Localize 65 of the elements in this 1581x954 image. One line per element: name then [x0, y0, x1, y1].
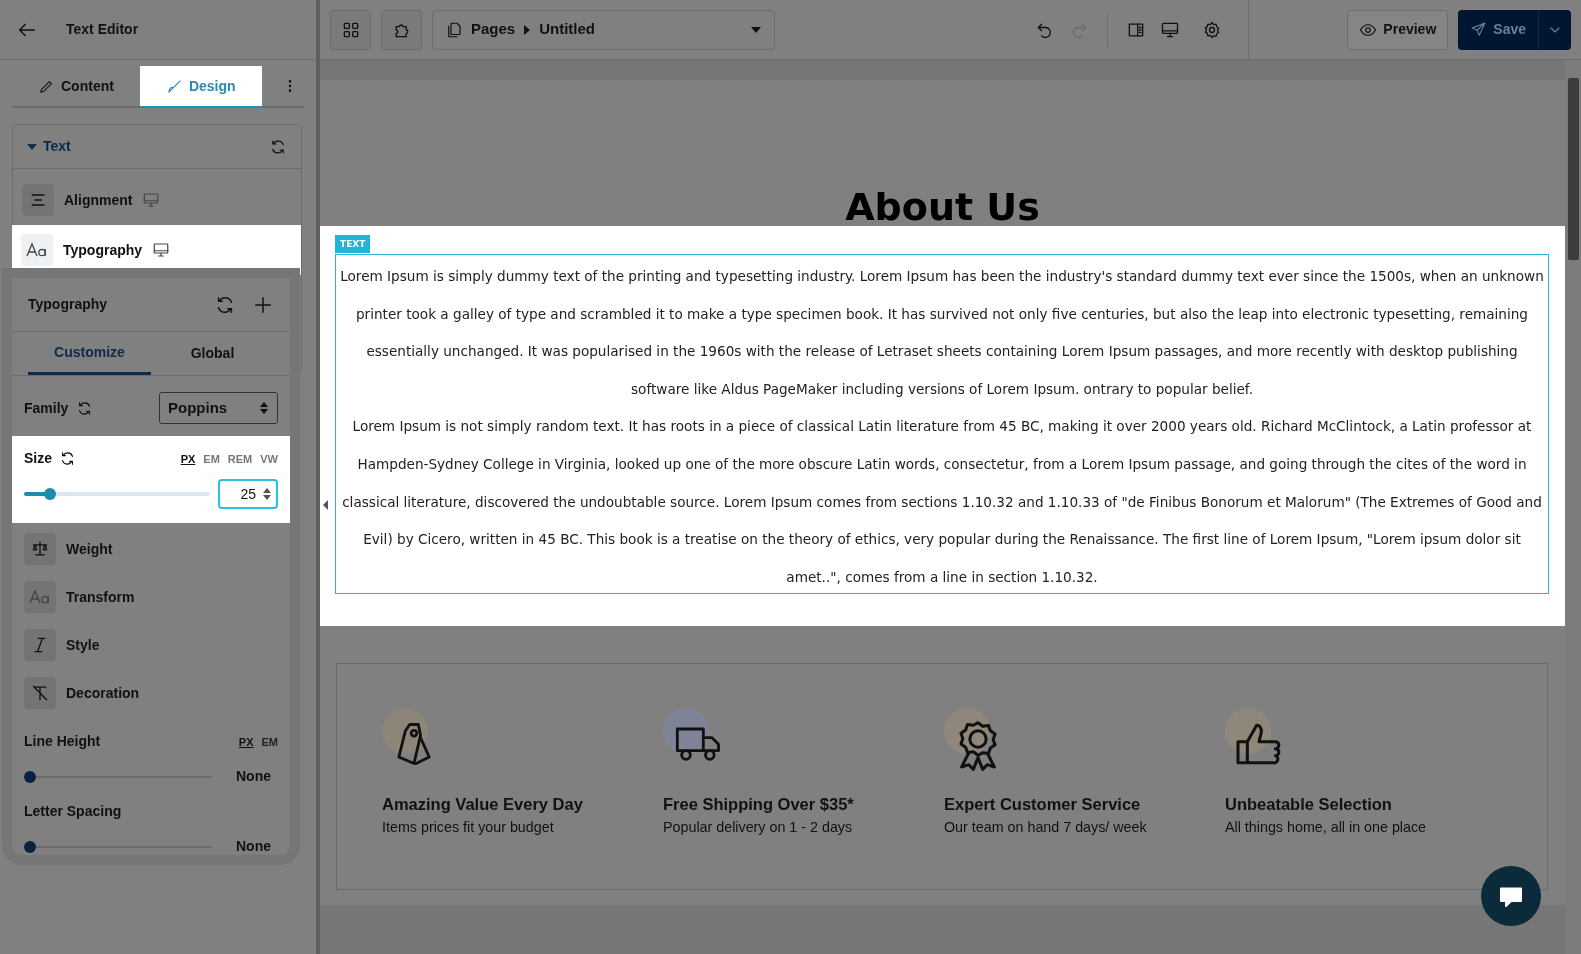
unit-option[interactable]: PX — [238, 736, 254, 748]
element-label: TEXT — [335, 235, 371, 253]
unit-option[interactable]: VW — [260, 453, 278, 465]
preview-button[interactable]: Preview — [1347, 9, 1449, 50]
breadcrumb-item[interactable]: Pages — [471, 18, 516, 41]
page-selector[interactable]: Pages Untitled — [432, 9, 775, 50]
select-arrows-icon[interactable] — [259, 401, 269, 415]
popover-tab[interactable]: Customize — [28, 332, 151, 375]
panel-tab[interactable]: Design — [139, 66, 262, 108]
option-label[interactable]: Style — [66, 634, 100, 656]
unit-option[interactable]: PX — [180, 453, 196, 465]
spinner-icon[interactable] — [262, 486, 272, 502]
unit-option[interactable]: REM — [227, 453, 253, 465]
page-heading: About Us — [844, 184, 1041, 226]
range-slider[interactable] — [24, 839, 212, 854]
settings-row[interactable]: Typography — [12, 225, 301, 275]
field-label: Size — [24, 449, 52, 468]
scrollbar[interactable] — [1565, 60, 1581, 954]
feature-title: Expert Customer Service — [944, 794, 1142, 815]
save-button[interactable]: Save — [1458, 9, 1538, 50]
refresh-icon[interactable] — [59, 450, 76, 467]
caret-icon[interactable] — [27, 141, 37, 152]
text-case-icon — [29, 589, 51, 605]
unit-option[interactable]: EM — [203, 453, 220, 465]
brush-icon — [165, 77, 183, 95]
field-label: Line Height — [24, 732, 101, 751]
section-title[interactable]: Text — [43, 136, 71, 157]
unit-option[interactable]: EM — [261, 736, 278, 748]
font-family-select[interactable]: Poppins — [159, 392, 278, 424]
range-slider[interactable] — [24, 769, 212, 784]
scale-icon — [30, 539, 50, 559]
size-input[interactable]: 25 — [218, 479, 278, 509]
toolbar-button[interactable] — [381, 9, 422, 50]
text-case-icon — [26, 242, 48, 258]
breadcrumb-item[interactable]: Untitled — [539, 18, 596, 41]
feature-subtitle: Our team on hand 7 days/ week — [944, 817, 1148, 837]
feature-title: Free Shipping Over $35* — [663, 794, 855, 815]
feature-title: Unbeatable Selection — [1225, 794, 1393, 815]
option-label[interactable]: Decoration — [66, 682, 140, 704]
dropdown-caret-icon[interactable] — [750, 25, 762, 34]
feature-subtitle: All things home, all in one place — [1225, 817, 1428, 837]
settings-row[interactable]: Alignment — [13, 175, 301, 225]
feature-subtitle: Items prices fit your budget — [382, 817, 555, 837]
panel-tab[interactable]: Content — [12, 66, 140, 106]
paragraph: Lorem Ipsum is simply dummy text of the printing and typesetting industry. Lorem Ipsum has been the industry's standard dummy text ever since the 1500s, when an unknown printer took a galley of type and scrambled it to make a type specimen book. It has survived not only five centuries, but also the leap into electronic typesetting, remaining essentially unchanged. It was popularised in the 1960s with the release of Letraset sheets containing Lorem Ipsum passages, and more recently with desktop publishing software like Aldus PageMaker including versions of Lorem Ipsum. ontrary to popular belief. — [339, 267, 1545, 399]
slider-value: None — [236, 837, 272, 856]
option-label[interactable]: Weight — [66, 538, 113, 560]
breadcrumb-separator-icon — [523, 24, 532, 35]
paragraph: Lorem Ipsum is not simply random text. It has roots in a piece of classical Latin literature from 45 BC, making it over 2000 years old. Richard McClintock, a Latin professor at Hampden-Sydney College in Virginia, looked up one of the more obscure Latin words, consectetur, from a Lorem Ipsum passage, and going through the cites of the word in classical literature, discovered the undoubtable source. Lorem Ipsum comes from sections 1.10.32 and 1.10.33 of "de Finibus Bonorum et Malorum" (The Extremes of Good and Evil) by Cicero, written in 45 BC. This book is a treatise on the theory of ethics, very popular during the Renaissance. The first line of Lorem Ipsum, "Lorem ipsum dolor sit amet..", comes from a line in section 1.10.32. — [341, 417, 1543, 587]
feature-subtitle: Popular delivery on 1 - 2 days — [663, 817, 854, 837]
paper-plane-icon — [1470, 21, 1488, 38]
popover-tab[interactable]: Global — [151, 332, 274, 375]
pages-icon — [445, 20, 463, 39]
strikethrough-icon — [30, 683, 50, 703]
toolbar-button[interactable] — [330, 9, 371, 50]
slider-value: None — [236, 767, 272, 786]
monitor-icon — [142, 191, 161, 209]
option-label[interactable]: Transform — [66, 586, 135, 608]
panel-title: Text Editor — [66, 20, 139, 39]
feature-title: Amazing Value Every Day — [382, 794, 584, 815]
size-slider[interactable] — [24, 487, 210, 501]
popover-title: Typography — [28, 295, 108, 314]
field-label: Letter Spacing — [24, 802, 122, 821]
monitor-icon — [152, 241, 171, 259]
field-label: Family — [24, 398, 69, 418]
